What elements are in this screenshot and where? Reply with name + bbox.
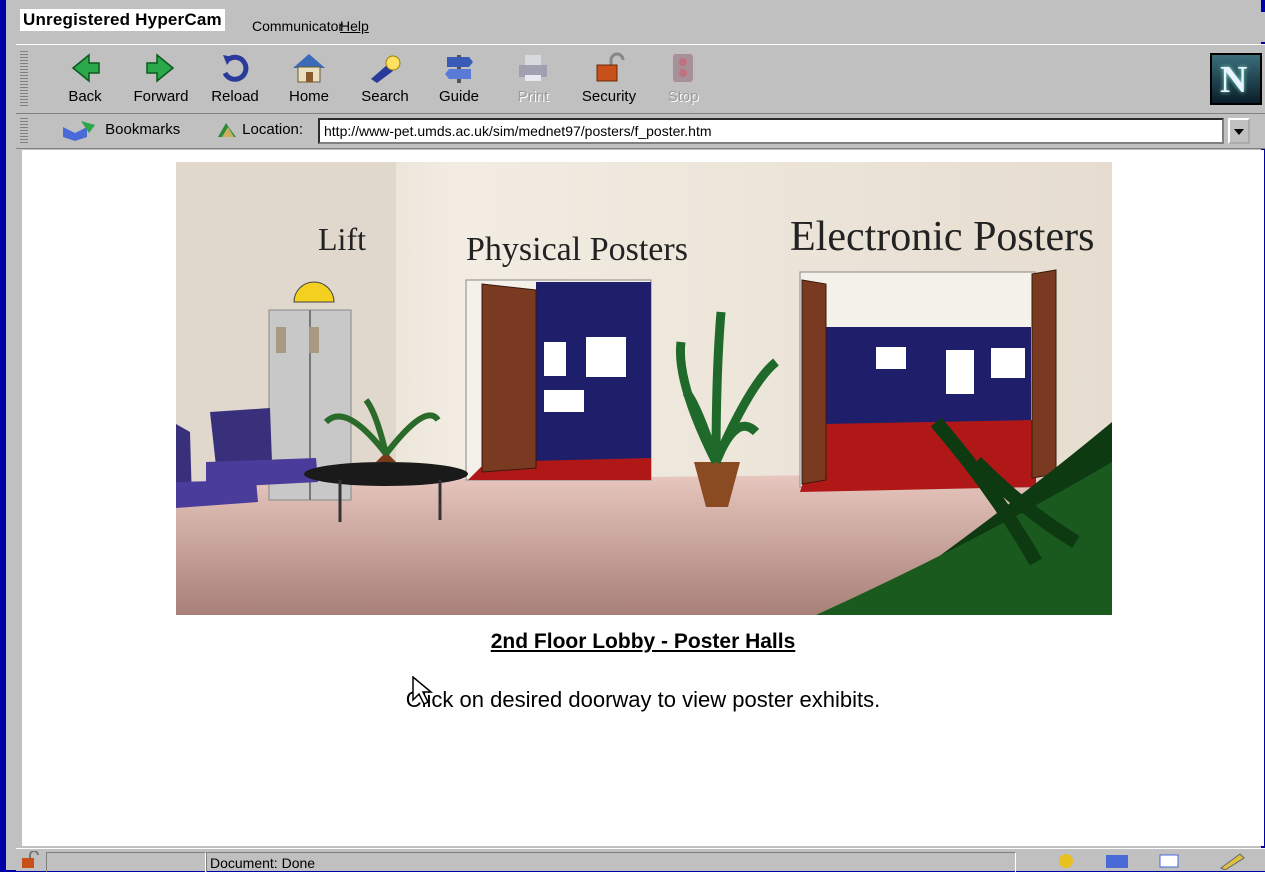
security-button[interactable]: Security <box>574 51 644 109</box>
forward-button[interactable]: Forward <box>126 51 196 109</box>
search-button[interactable]: Search <box>350 51 420 109</box>
page-title: 2nd Floor Lobby - Poster Halls <box>490 630 796 653</box>
stop-label: Stop <box>667 88 699 105</box>
guide-signpost-icon <box>439 51 479 85</box>
guide-label: Guide <box>438 88 480 105</box>
back-button[interactable]: Back <box>50 51 120 109</box>
netscape-logo[interactable]: N <box>1210 53 1262 105</box>
print-label: Print <box>517 88 549 105</box>
status-bar: Document: Done <box>16 848 1265 872</box>
reload-icon <box>215 51 255 85</box>
forward-label: Forward <box>133 88 189 105</box>
bookmarks-label: Bookmarks <box>105 120 181 138</box>
home-label: Home <box>288 88 329 105</box>
progress-cell <box>46 852 206 872</box>
navigator-icon[interactable] <box>1059 854 1073 868</box>
composer-icon[interactable] <box>1220 853 1245 870</box>
location-label: Location: <box>242 121 304 138</box>
lobby-imagemap[interactable]: Lift Physical Posters Electronic Posters <box>176 162 1112 615</box>
home-button[interactable]: Home <box>274 51 344 109</box>
electronic-posters-sign: Electronic Posters <box>790 214 1094 260</box>
reload-button[interactable]: Reload <box>200 51 270 109</box>
location-icon <box>218 123 236 138</box>
guide-button[interactable]: Guide <box>424 51 494 109</box>
mouse-cursor <box>412 676 434 706</box>
search-flashlight-icon <box>365 51 405 85</box>
back-label: Back <box>68 88 102 105</box>
url-dropdown-button[interactable] <box>1228 118 1250 144</box>
instruction-text: Click on desired doorway to view poster … <box>405 687 881 712</box>
home-icon <box>289 51 329 85</box>
discussion-icon[interactable] <box>1159 854 1179 868</box>
physical-posters-doorway[interactable] <box>465 279 652 481</box>
bookmarks-icon <box>63 121 95 141</box>
location-label-group: Location: <box>216 121 303 139</box>
search-label: Search <box>361 88 409 105</box>
lift-sign: Lift <box>318 221 366 257</box>
print-icon <box>513 51 553 85</box>
reload-label: Reload <box>211 88 259 105</box>
component-bar <box>1059 853 1245 870</box>
bookmarks-button[interactable]: Bookmarks <box>61 119 180 141</box>
stop-button[interactable]: Stop <box>648 51 718 109</box>
menu-help[interactable]: Help <box>340 18 369 34</box>
navigation-toolbar: Back Forward Reload Home Search Guide Pr… <box>16 44 1265 114</box>
hypercam-watermark: Unregistered HyperCam <box>20 9 225 31</box>
toolbar-grip[interactable] <box>20 51 28 107</box>
forward-arrow-icon <box>141 51 181 85</box>
print-button[interactable]: Print <box>498 51 568 109</box>
status-text: Document: Done <box>210 855 316 871</box>
location-grip[interactable] <box>20 118 28 144</box>
security-status-icon[interactable] <box>20 851 42 869</box>
physical-posters-sign: Physical Posters <box>466 231 688 268</box>
electronic-posters-doorway[interactable] <box>799 269 1057 492</box>
mail-icon[interactable] <box>1106 855 1128 868</box>
browser-window: Unregistered HyperCam Communicator Help … <box>0 0 1265 872</box>
url-field[interactable]: http://www-pet.umds.ac.uk/sim/mednet97/p… <box>318 118 1224 144</box>
stop-icon <box>663 51 703 85</box>
back-arrow-icon <box>65 51 105 85</box>
page-content: Lift Physical Posters Electronic Posters <box>22 150 1264 846</box>
status-text-cell <box>206 852 1016 872</box>
padlock-icon <box>589 51 629 85</box>
security-label: Security <box>581 88 637 105</box>
menu-communicator[interactable]: Communicator <box>252 18 343 34</box>
location-bar: Bookmarks Location: http://www-pet.umds.… <box>16 114 1265 149</box>
